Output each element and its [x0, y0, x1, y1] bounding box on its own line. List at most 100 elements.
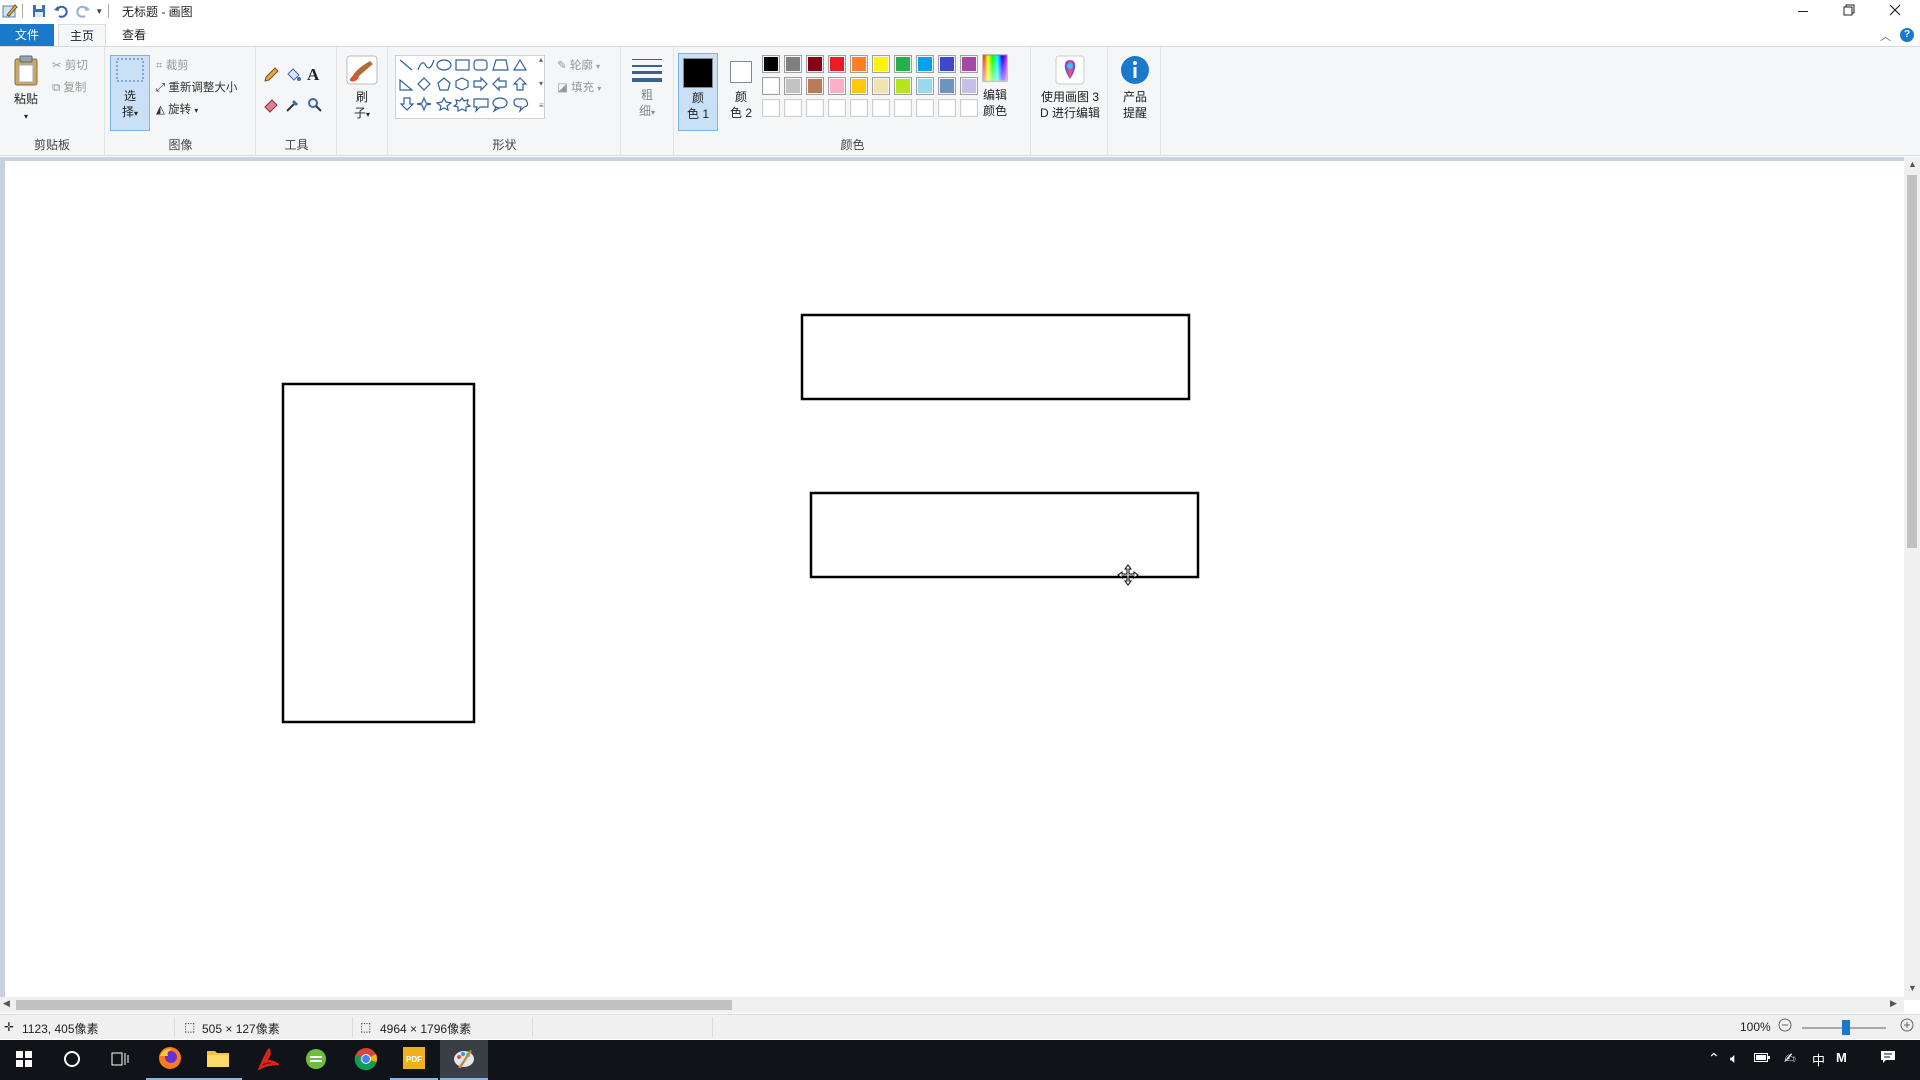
volume-icon[interactable]: 🔈︎ — [1730, 1050, 1738, 1067]
show-hidden-icons-chevron-up-icon[interactable]: ⌃ — [1708, 1050, 1720, 1067]
minimize-button[interactable] — [1780, 0, 1826, 22]
crop-button[interactable]: ⌗ 裁剪 — [156, 57, 189, 73]
text-tool-icon[interactable]: A — [307, 65, 319, 85]
fill-bucket-icon[interactable] — [285, 67, 301, 86]
palette-swatch[interactable] — [806, 55, 824, 73]
palette-swatch[interactable] — [762, 77, 780, 95]
palette-swatch[interactable] — [850, 99, 868, 117]
color-picker-icon[interactable] — [285, 97, 301, 116]
palette-swatch[interactable] — [894, 55, 912, 73]
palette-swatch[interactable] — [762, 99, 780, 117]
taskbar-pdf-app[interactable]: PDF — [390, 1040, 438, 1080]
ime-mode-icon[interactable]: M — [1836, 1050, 1847, 1065]
product-alert-button[interactable]: 产品 提醒 — [1115, 55, 1155, 121]
palette-swatch[interactable] — [784, 55, 802, 73]
close-button[interactable] — [1872, 0, 1918, 22]
pencil-icon[interactable] — [263, 67, 279, 86]
customize-toolbar-chevron-down-icon[interactable]: ▾ — [97, 6, 102, 17]
palette-swatch[interactable] — [894, 99, 912, 117]
size-button[interactable]: 粗 细▾ — [628, 55, 666, 121]
zoom-out-icon[interactable] — [1778, 1018, 1792, 1035]
fill-button[interactable]: ◪ 填充 ▾ — [557, 79, 601, 95]
zoom-in-icon[interactable] — [1900, 1018, 1914, 1035]
scroll-up-arrow-icon[interactable]: ▲ — [1908, 159, 1917, 169]
task-view-button[interactable] — [96, 1040, 144, 1080]
palette-swatch[interactable] — [960, 55, 978, 73]
palette-swatch[interactable] — [938, 55, 956, 73]
palette-swatch[interactable] — [872, 55, 890, 73]
palette-swatch[interactable] — [806, 77, 824, 95]
taskbar-file-explorer[interactable] — [194, 1040, 242, 1080]
taskbar-green-app[interactable] — [292, 1040, 340, 1080]
select-button[interactable]: 选 择▾ — [110, 55, 150, 131]
zoom-slider-thumb[interactable] — [1842, 1020, 1850, 1035]
action-center-icon[interactable] — [1880, 1050, 1896, 1067]
outline-button[interactable]: ✎ 轮廓 ▾ — [557, 57, 600, 73]
save-icon[interactable] — [31, 3, 47, 19]
palette-swatch[interactable] — [872, 99, 890, 117]
copy-button[interactable]: ⧉ 复制 — [52, 79, 86, 95]
horizontal-scrollbar[interactable]: ◀ ▶ — [0, 997, 1904, 1013]
palette-swatch[interactable] — [938, 99, 956, 117]
palette-swatch[interactable] — [916, 55, 934, 73]
palette-swatch[interactable] — [938, 77, 956, 95]
color2-button[interactable]: 颜 色 2 — [721, 53, 761, 131]
image-group: 选 择▾ ⌗ 裁剪 ⤢ 重新调整大小 ◭ 旋转 ▾ 图像 — [106, 47, 256, 155]
green-circle-app-icon — [305, 1048, 327, 1073]
palette-swatch[interactable] — [960, 99, 978, 117]
magnifier-icon[interactable] — [307, 97, 323, 116]
help-icon[interactable]: ? — [1900, 28, 1914, 42]
vertical-scrollbar[interactable]: ▲ ▼ — [1904, 157, 1920, 1000]
taskbar-acrobat[interactable] — [244, 1040, 292, 1080]
edit-colors-button[interactable]: 编辑 颜色 — [977, 53, 1013, 119]
palette-swatch[interactable] — [784, 77, 802, 95]
palette-swatch[interactable] — [806, 99, 824, 117]
palette-swatch[interactable] — [872, 77, 890, 95]
battery-icon[interactable] — [1754, 1050, 1770, 1066]
taskbar-firefox[interactable] — [146, 1040, 194, 1080]
vertical-scroll-thumb[interactable] — [1907, 175, 1917, 548]
edit-with-paint3d-button[interactable]: 使用画图 3 D 进行编辑 — [1034, 55, 1106, 121]
tab-file[interactable]: 文件 — [0, 24, 54, 46]
palette-swatch[interactable] — [916, 99, 934, 117]
rotate-button[interactable]: ◭ 旋转 ▾ — [156, 101, 198, 117]
palette-swatch[interactable] — [960, 77, 978, 95]
shapes-scroll-up-icon[interactable]: ▴ — [539, 55, 543, 64]
taskbar-paint[interactable] — [440, 1040, 488, 1080]
palette-swatch[interactable] — [828, 77, 846, 95]
tab-view[interactable]: 查看 — [112, 24, 156, 46]
palette-swatch[interactable] — [828, 99, 846, 117]
undo-icon[interactable] — [53, 3, 69, 19]
shapes-scroll-down-icon[interactable]: ▾ — [539, 79, 543, 88]
search-button[interactable] — [48, 1040, 96, 1080]
cut-button[interactable]: ✂ 剪切 — [52, 57, 88, 73]
palette-swatch[interactable] — [784, 99, 802, 117]
horizontal-scroll-thumb[interactable] — [16, 1000, 732, 1010]
drawing-canvas[interactable] — [5, 161, 1904, 1000]
color1-button[interactable]: 颜 色 1 — [678, 53, 718, 131]
restore-button[interactable] — [1826, 0, 1872, 22]
shapes-expand-icon[interactable]: ≡ — [539, 101, 544, 110]
palette-swatch[interactable] — [894, 77, 912, 95]
palette-swatch[interactable] — [850, 77, 868, 95]
redo-icon[interactable] — [75, 3, 91, 19]
palette-swatch[interactable] — [828, 55, 846, 73]
shapes-gallery-icons[interactable] — [396, 56, 546, 120]
scroll-right-arrow-icon[interactable]: ▶ — [1890, 998, 1897, 1009]
scroll-left-arrow-icon[interactable]: ◀ — [3, 998, 10, 1009]
crop-label: 裁剪 — [165, 60, 189, 72]
collapse-ribbon-chevron-up-icon[interactable]: ︿ — [1880, 28, 1891, 44]
scroll-down-arrow-icon[interactable]: ▼ — [1908, 983, 1917, 993]
brushes-button[interactable]: 刷 子▾ — [344, 55, 380, 123]
resize-button[interactable]: ⤢ 重新调整大小 — [156, 79, 237, 95]
palette-swatch[interactable] — [762, 55, 780, 73]
pen-input-icon[interactable]: ✍︎ — [1784, 1050, 1796, 1067]
paste-button[interactable]: 粘贴 ▾ — [6, 55, 46, 125]
palette-swatch[interactable] — [916, 77, 934, 95]
eraser-icon[interactable] — [263, 97, 279, 116]
palette-swatch[interactable] — [850, 55, 868, 73]
tab-home[interactable]: 主页 — [58, 24, 106, 46]
taskbar-chrome[interactable] — [342, 1040, 390, 1080]
start-button[interactable] — [0, 1040, 48, 1080]
input-method-indicator[interactable]: 中 — [1812, 1050, 1825, 1069]
